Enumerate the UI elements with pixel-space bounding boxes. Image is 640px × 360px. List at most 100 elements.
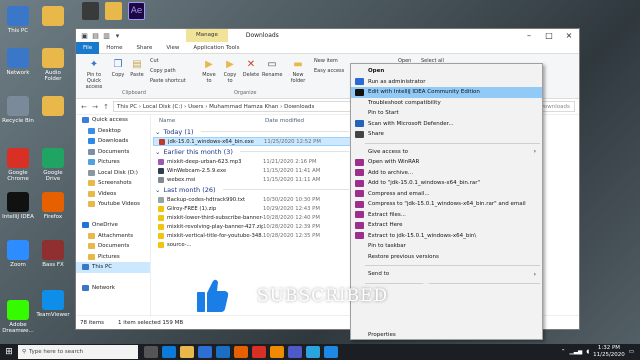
back-arrow-icon[interactable]: ←: [80, 103, 88, 111]
minimize-icon[interactable]: –: [519, 31, 539, 40]
sidebar-item[interactable]: Local Disk (D:): [76, 168, 150, 179]
menu-item[interactable]: Pin to Start: [351, 108, 542, 119]
teams-icon[interactable]: [288, 346, 302, 358]
desktop-icon[interactable]: IntelliJ IDEA: [1, 192, 35, 220]
mail-icon[interactable]: [216, 346, 230, 358]
manage-tab[interactable]: Manage: [186, 29, 228, 42]
sublime-text-icon[interactable]: [82, 2, 99, 20]
new-item-button[interactable]: New item: [314, 58, 338, 64]
desktop-icon[interactable]: Google Chrome: [1, 148, 35, 183]
cut-button[interactable]: Cut: [150, 58, 159, 64]
group-header[interactable]: ⌄ Today (1): [153, 126, 353, 137]
menu-item[interactable]: Properties: [351, 330, 542, 341]
telegram-icon[interactable]: [306, 346, 320, 358]
sidebar-item[interactable]: Downloads: [76, 136, 150, 147]
notifications-icon[interactable]: ▭: [629, 349, 634, 355]
delete-button[interactable]: ✕ Delete: [242, 58, 260, 78]
desktop-icon[interactable]: [36, 6, 70, 28]
group-header[interactable]: ⌄ Earlier this month (3): [153, 146, 353, 157]
file-row[interactable]: mixkit-vertical-title-for-youtube-348.zi…: [153, 231, 353, 240]
sidebar-item[interactable]: Quick access: [76, 115, 150, 126]
desktop-icon[interactable]: Google Drive: [36, 148, 70, 183]
tab-share[interactable]: Share: [129, 42, 159, 54]
paste-shortcut-button[interactable]: Paste shortcut: [150, 78, 186, 84]
chevron-down-icon[interactable]: ▾: [113, 31, 122, 40]
menu-item[interactable]: Compress and email...: [351, 189, 542, 200]
file-row[interactable]: mixkit-deep-urban-623.mp3 11/21/2020 2:16…: [153, 157, 353, 166]
move-to-button[interactable]: ▶ Move to: [200, 58, 218, 84]
menu-item[interactable]: Add to archive...: [351, 168, 542, 179]
copy-button[interactable]: ❐ Copy: [110, 58, 126, 78]
file-row[interactable]: mixkit-lower-third-subscribe-banner-429.…: [153, 213, 353, 222]
menu-item[interactable]: Run as administrator: [351, 77, 542, 88]
desktop-icon[interactable]: Bass FX: [36, 240, 70, 268]
menu-item[interactable]: Scan with Microsoft Defender...: [351, 119, 542, 130]
pin-to-quick-access-button[interactable]: ✦ Pin to Quick access: [82, 58, 106, 90]
sidebar-item[interactable]: OneDrive: [76, 220, 150, 231]
volume-icon[interactable]: ◖: [586, 349, 589, 355]
menu-item[interactable]: Give access to ›: [351, 147, 542, 158]
file-row[interactable]: mixkit-revolving-play-banner-427.zip 10/2…: [153, 222, 353, 231]
task-view-icon[interactable]: [144, 346, 158, 358]
properties-icon[interactable]: ▤: [91, 31, 100, 40]
copy-to-button[interactable]: ▶ Copy to: [221, 58, 239, 84]
desktop-icon[interactable]: TeamViewer: [36, 290, 70, 318]
desktop-icon[interactable]: Network: [1, 48, 35, 76]
sidebar-item[interactable]: Documents: [76, 241, 150, 252]
folder-icon[interactable]: [105, 2, 122, 20]
menu-item[interactable]: Compress to "jdk-15.0.1_windows-x64_bin.…: [351, 199, 542, 210]
menu-item[interactable]: Edit with IntelliJ IDEA Community Editio…: [351, 87, 542, 98]
windows-start-icon[interactable]: ⊞: [0, 344, 18, 360]
paste-button[interactable]: ▤ Paste: [129, 58, 145, 78]
chevron-down-icon[interactable]: ⌄: [155, 128, 160, 136]
maximize-icon[interactable]: □: [539, 31, 559, 40]
rename-button[interactable]: ▭ Rename: [262, 58, 283, 78]
file-row[interactable]: jdk-15.0.1_windows-x64_bin.exe 11/25/2020…: [153, 137, 353, 146]
file-row[interactable]: webex.msi 11/15/2020 11:11 AM: [153, 175, 353, 184]
clock[interactable]: 1:32 PM 11/25/2020: [593, 345, 625, 358]
easy-access-button[interactable]: Easy access: [314, 68, 344, 74]
column-date-modified[interactable]: Date modified: [259, 118, 304, 124]
desktop-icon[interactable]: [36, 96, 70, 118]
menu-item[interactable]: Extract files...: [351, 210, 542, 221]
chrome-icon[interactable]: [252, 346, 266, 358]
network-icon[interactable]: ▁▃▅: [569, 349, 582, 355]
sidebar-item[interactable]: Network: [76, 283, 150, 294]
sidebar-item[interactable]: [76, 210, 150, 221]
sidebar-item[interactable]: Attachments: [76, 231, 150, 242]
desktop-icon[interactable]: Recycle Bin: [1, 96, 35, 124]
sidebar-item[interactable]: Videos: [76, 189, 150, 200]
desktop-icon[interactable]: Firefox: [36, 192, 70, 220]
menu-item[interactable]: Troubleshoot compatibility: [351, 98, 542, 109]
firefox-icon[interactable]: [234, 346, 248, 358]
after-effects-icon[interactable]: Ae: [128, 2, 145, 20]
copy-path-button[interactable]: Copy path: [150, 68, 176, 74]
chevron-up-icon[interactable]: ⌃: [561, 349, 566, 355]
file-row[interactable]: Gilroy-FREE (1).zip 10/29/2020 12:43 PM: [153, 204, 353, 213]
desktop-icon[interactable]: Audio Folder: [36, 48, 70, 83]
menu-item[interactable]: Share: [351, 129, 542, 140]
menu-item[interactable]: Pin to taskbar: [351, 241, 542, 252]
new-folder-button[interactable]: ▬ New folder: [288, 58, 308, 84]
desktop-icon[interactable]: Zoom: [1, 240, 35, 268]
tab-view[interactable]: View: [159, 42, 186, 54]
tab-application-tools[interactable]: Application Tools: [186, 42, 246, 54]
sidebar-item[interactable]: Pictures: [76, 252, 150, 263]
column-name[interactable]: Name: [153, 118, 259, 124]
chevron-down-icon[interactable]: ⌄: [155, 186, 160, 194]
menu-item[interactable]: Extract Here: [351, 220, 542, 231]
sidebar-item[interactable]: Screenshots: [76, 178, 150, 189]
menu-item[interactable]: Restore previous versions: [351, 252, 542, 263]
sidebar-item[interactable]: Pictures: [76, 157, 150, 168]
desktop-icon[interactable]: Adobe Dreamwe...: [1, 300, 35, 335]
file-row[interactable]: source-...: [153, 240, 353, 249]
vlc-icon[interactable]: [270, 346, 284, 358]
up-arrow-icon[interactable]: ↑: [102, 103, 110, 111]
photos-icon[interactable]: [324, 346, 338, 358]
menu-item[interactable]: Extract to jdk-15.0.1_windows-x64_bin\: [351, 231, 542, 242]
chevron-down-icon[interactable]: ⌄: [155, 148, 160, 156]
close-icon[interactable]: ×: [559, 31, 579, 40]
tab-file[interactable]: File: [76, 41, 100, 54]
desktop-icon[interactable]: This PC: [1, 6, 35, 34]
new-folder-icon[interactable]: ▥: [102, 31, 111, 40]
